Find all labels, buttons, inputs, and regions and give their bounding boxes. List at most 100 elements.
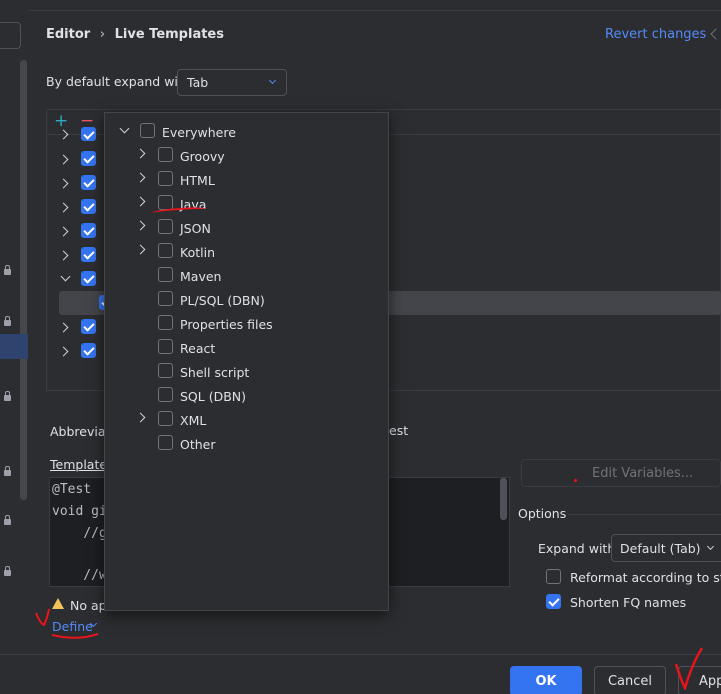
template-group-checkbox[interactable]: [81, 343, 96, 358]
context-item-shell[interactable]: Shell script: [105, 360, 388, 384]
code-line: //w: [52, 568, 107, 583]
lock-icon: [4, 466, 11, 476]
edit-variables-label: Edit Variables...: [592, 466, 694, 481]
context-item-xml[interactable]: XML: [105, 408, 388, 432]
editor-scrollbar[interactable]: [500, 478, 507, 520]
context-item-label: XML: [180, 413, 207, 428]
chevron-down-icon[interactable]: [119, 123, 130, 134]
options-divider: [568, 514, 721, 515]
cancel-label: Cancel: [607, 674, 653, 689]
code-line: void gi: [52, 504, 107, 519]
context-item-label: Everywhere: [162, 125, 236, 140]
expand-with-value: Tab: [187, 75, 209, 90]
context-item-everywhere[interactable]: Everywhere: [105, 120, 388, 144]
context-checkbox[interactable]: [140, 123, 155, 138]
context-item-label: Maven: [180, 269, 222, 284]
abbreviation-field-tail: est: [389, 423, 409, 438]
context-item-maven[interactable]: Maven: [105, 264, 388, 288]
breadcrumb-parent[interactable]: Editor: [46, 27, 90, 42]
context-checkbox[interactable]: [158, 171, 173, 186]
context-checkbox[interactable]: [158, 387, 173, 402]
breadcrumb: Editor › Live Templates: [46, 27, 224, 42]
chevron-right-icon[interactable]: [135, 220, 146, 231]
context-item-label: React: [180, 341, 216, 356]
context-item-label: Other: [180, 437, 216, 452]
ok-label: OK: [535, 674, 557, 689]
options-expand-value: Default (Tab): [620, 541, 701, 556]
lock-icon: [4, 515, 11, 525]
context-item-other[interactable]: Other: [105, 432, 388, 456]
context-checkbox[interactable]: [158, 315, 173, 330]
context-item-java[interactable]: Java: [105, 192, 388, 216]
context-item-label: JSON: [180, 221, 211, 236]
context-popup: Everywhere Groovy HTML Java JSON Kotlin …: [104, 112, 389, 611]
context-checkbox[interactable]: [158, 339, 173, 354]
context-item-groovy[interactable]: Groovy: [105, 144, 388, 168]
chevron-down-icon: [706, 542, 715, 551]
context-checkbox[interactable]: [158, 435, 173, 450]
code-line: @Test: [52, 482, 92, 497]
chevron-right-icon[interactable]: [135, 172, 146, 183]
top-divider: [28, 10, 721, 11]
template-group-checkbox[interactable]: [81, 199, 96, 214]
template-group-checkbox[interactable]: [81, 271, 96, 286]
template-group-checkbox[interactable]: [81, 319, 96, 334]
context-item-properties[interactable]: Properties files: [105, 312, 388, 336]
add-icon[interactable]: +: [54, 111, 68, 131]
annotation-check-define: [35, 608, 99, 639]
context-checkbox[interactable]: [158, 243, 173, 258]
chevron-right-icon[interactable]: [135, 244, 146, 255]
context-checkbox[interactable]: [158, 291, 173, 306]
reformat-checkbox[interactable]: [546, 569, 561, 584]
sidebar-selected-item[interactable]: [0, 334, 28, 359]
bottom-divider: [0, 654, 721, 655]
context-item-react[interactable]: React: [105, 336, 388, 360]
context-item-kotlin[interactable]: Kotlin: [105, 240, 388, 264]
revert-changes-link[interactable]: Revert changes: [605, 27, 706, 42]
context-checkbox[interactable]: [158, 267, 173, 282]
expand-with-dropdown[interactable]: Tab: [177, 69, 287, 96]
breadcrumb-current: Live Templates: [114, 27, 224, 42]
sidebar-scrollbar[interactable]: [20, 60, 27, 500]
context-item-label: Shell script: [180, 365, 250, 380]
template-group-checkbox[interactable]: [81, 127, 96, 141]
context-item-html[interactable]: HTML: [105, 168, 388, 192]
context-item-label: PL/SQL (DBN): [180, 293, 265, 308]
template-group-checkbox[interactable]: [81, 223, 96, 238]
context-item-label: Kotlin: [180, 245, 215, 260]
template-group-checkbox[interactable]: [81, 151, 96, 166]
chevron-right-icon[interactable]: [135, 148, 146, 159]
context-checkbox[interactable]: [158, 147, 173, 162]
context-checkbox[interactable]: [158, 219, 173, 234]
chevron-right-icon[interactable]: [135, 412, 146, 423]
template-group-checkbox[interactable]: [81, 175, 96, 190]
shorten-fq-label[interactable]: Shorten FQ names: [570, 595, 686, 610]
expand-with-label: By default expand with: [46, 74, 191, 89]
options-expand-dropdown[interactable]: Default (Tab): [611, 534, 721, 562]
lock-icon: [4, 316, 11, 326]
context-item-plsql[interactable]: PL/SQL (DBN): [105, 288, 388, 312]
context-checkbox[interactable]: [158, 411, 173, 426]
context-item-label: SQL (DBN): [180, 389, 247, 404]
annotation-dot: [574, 479, 577, 482]
chevron-right-icon[interactable]: [135, 196, 146, 207]
expand-with-label: Expand with: [538, 541, 616, 556]
template-group-checkbox[interactable]: [81, 247, 96, 262]
sidebar-search-field[interactable]: [0, 22, 21, 49]
template-text-label: Template: [50, 457, 108, 472]
edit-variables-button[interactable]: Edit Variables...: [521, 459, 721, 487]
cancel-button[interactable]: Cancel: [594, 666, 666, 694]
context-item-sql[interactable]: SQL (DBN): [105, 384, 388, 408]
context-checkbox[interactable]: [158, 363, 173, 378]
ok-button[interactable]: OK: [510, 666, 582, 694]
back-arrow-icon[interactable]: [710, 28, 721, 40]
code-line: //g: [52, 526, 107, 541]
lock-icon: [4, 566, 11, 576]
reformat-label[interactable]: Reformat according to style: [570, 570, 721, 585]
options-title: Options: [518, 506, 567, 521]
context-item-label: HTML: [180, 173, 215, 188]
lock-icon: [4, 391, 11, 401]
annotation-check-apply: [674, 647, 704, 690]
shorten-fq-checkbox[interactable]: [546, 594, 561, 609]
context-item-json[interactable]: JSON: [105, 216, 388, 240]
